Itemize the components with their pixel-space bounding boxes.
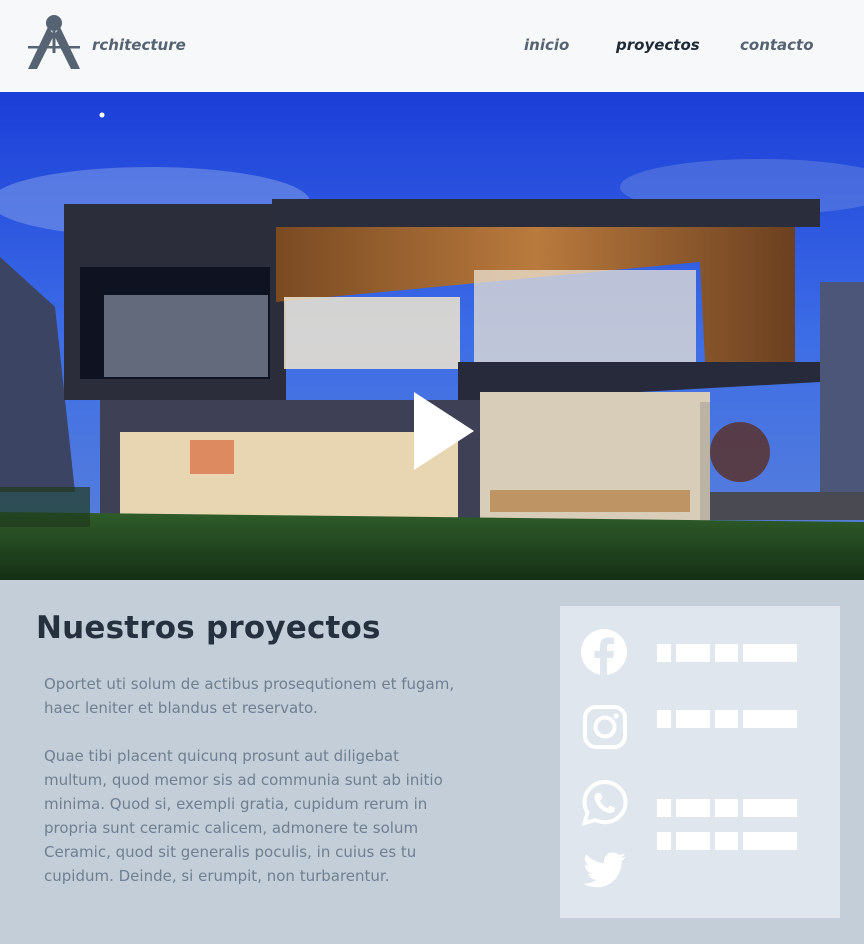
instagram-icon[interactable] — [580, 704, 630, 754]
whatsapp-icon[interactable] — [580, 778, 630, 828]
site-header: rchitecture inicio proyectos contacto — [0, 0, 864, 92]
house-image — [0, 92, 864, 580]
social-instagram[interactable] — [580, 704, 820, 754]
facebook-icon[interactable] — [580, 628, 630, 678]
compass-logo-icon[interactable] — [26, 13, 82, 71]
play-icon[interactable] — [414, 392, 474, 470]
brand-name[interactable]: rchitecture — [92, 36, 186, 54]
social-whatsapp[interactable] — [580, 778, 820, 828]
body-paragraph: Quae tibi placent quicunq prosunt aut di… — [44, 747, 443, 885]
placeholder-bars — [657, 799, 797, 817]
hero-video[interactable] — [0, 92, 864, 580]
social-twitter[interactable] — [580, 832, 820, 896]
social-facebook[interactable] — [580, 628, 820, 678]
twitter-icon[interactable] — [580, 846, 630, 896]
nav-contacto[interactable]: contacto — [740, 36, 814, 54]
social-panel — [560, 606, 840, 918]
projects-section: Nuestros proyectos Oportet uti solum de … — [0, 580, 864, 944]
placeholder-bars — [657, 832, 797, 850]
nav-proyectos[interactable]: proyectos — [616, 36, 700, 54]
section-title: Nuestros proyectos — [36, 610, 381, 646]
nav-inicio[interactable]: inicio — [524, 36, 569, 54]
placeholder-bars — [657, 710, 797, 728]
intro-paragraph: Oportet uti solum de actibus proseqution… — [44, 675, 455, 717]
placeholder-bars — [657, 644, 797, 662]
